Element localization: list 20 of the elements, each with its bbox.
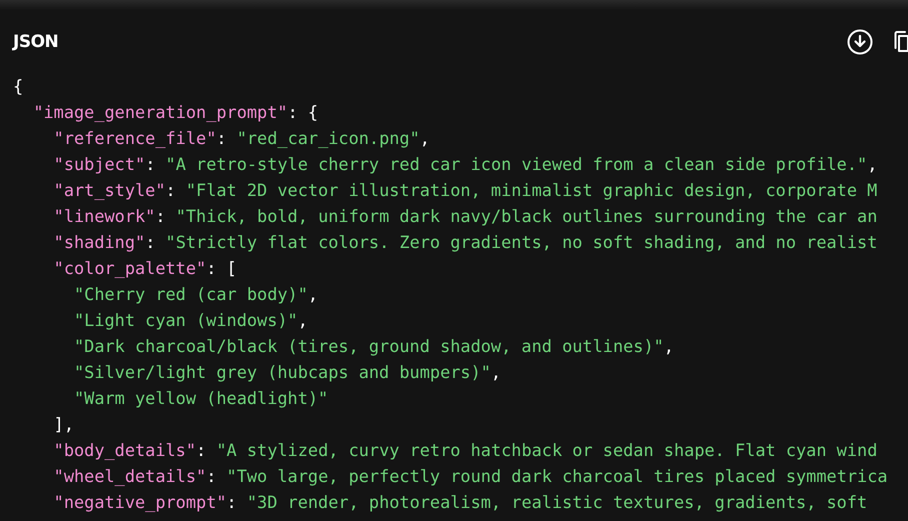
code-line: "negative_prompt": "3D render, photorealism, realistic textures, gradients, soft — [54, 491, 868, 514]
code-line: "Silver/light grey (hubcaps and bumpers)", — [74, 361, 502, 384]
code-line: "wheel_details": "Two large, perfectly round dark charcoal tires placed symmetrica — [54, 465, 888, 488]
panel-title: JSON — [13, 32, 58, 52]
code-line: "subject": "A retro-style cherry red car icon viewed from a clean side profile.", — [54, 153, 878, 176]
code-line: "shading": "Strictly flat colors. Zero gradients, no soft shading, and no realist — [54, 231, 878, 254]
code-line: "Cherry red (car body)", — [74, 283, 318, 306]
code-line: "reference_file": "red_car_icon.png", — [54, 127, 430, 150]
code-line: "linework": "Thick, bold, uniform dark navy/black outlines surrounding the car an — [54, 205, 878, 228]
download-icon[interactable] — [847, 29, 873, 55]
code-line: "Warm yellow (headlight)" — [74, 387, 328, 410]
code-line: "body_details": "A stylized, curvy retro hatchback or sedan shape. Flat cyan wind — [54, 439, 878, 462]
code-line: "art_style": "Flat 2D vector illustration, minimalist graphic design, corporate M — [54, 179, 878, 202]
copy-icon[interactable] — [894, 29, 908, 55]
code-line: "image_generation_prompt": { — [33, 101, 318, 124]
code-line: "Light cyan (windows)", — [74, 309, 308, 332]
code-line: ], — [54, 413, 74, 436]
code-line: "Dark charcoal/black (tires, ground shadow, and outlines)", — [74, 335, 674, 358]
code-line: "color_palette": [ — [54, 257, 237, 280]
code-line: { — [13, 75, 24, 98]
